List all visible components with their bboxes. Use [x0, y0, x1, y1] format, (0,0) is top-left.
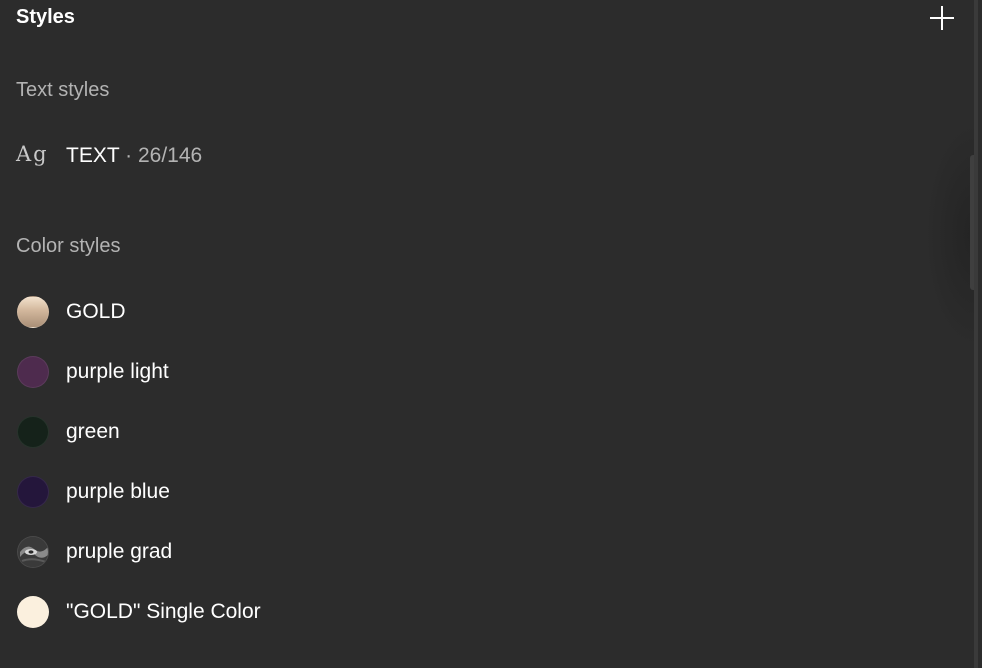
- text-style-name: TEXT: [66, 144, 120, 167]
- color-style-label: purple blue: [66, 480, 170, 503]
- scrollbar-thumb[interactable]: [970, 155, 974, 290]
- color-style-item-pruple-grad[interactable]: pruple grad: [0, 528, 920, 576]
- text-styles-heading: Text styles: [16, 79, 110, 101]
- color-style-label: green: [66, 420, 120, 443]
- color-style-item-purple-light[interactable]: purple light: [0, 348, 920, 396]
- color-swatch-purple-light: [17, 356, 49, 388]
- color-swatch-gold-single: [17, 596, 49, 628]
- plus-icon: [930, 6, 954, 30]
- color-style-item-green[interactable]: green: [0, 408, 920, 456]
- color-swatch-gold: [17, 296, 49, 328]
- color-style-label: pruple grad: [66, 540, 173, 563]
- scrollbar-track[interactable]: [974, 0, 978, 668]
- color-style-label: "GOLD" Single Color: [66, 600, 261, 623]
- color-style-label: purple light: [66, 360, 169, 383]
- styles-panel: Styles Text styles Ag TEXT · 26/146 Colo…: [0, 0, 978, 668]
- color-swatch-image-gradient: [17, 536, 49, 568]
- text-style-item-text[interactable]: Ag TEXT · 26/146: [0, 132, 920, 180]
- add-style-button[interactable]: [924, 0, 960, 36]
- color-style-label: GOLD: [66, 300, 126, 323]
- text-style-label: TEXT · 26/146: [66, 144, 202, 168]
- panel-title: Styles: [16, 6, 75, 28]
- image-fill-icon: [18, 537, 48, 567]
- text-style-icon: Ag: [16, 142, 49, 166]
- scroll-shadow: [924, 120, 974, 350]
- color-styles-heading: Color styles: [16, 235, 121, 257]
- text-style-meta: · 26/146: [119, 144, 203, 167]
- color-swatch-green: [17, 416, 49, 448]
- color-style-item-gold[interactable]: GOLD: [0, 288, 920, 336]
- panel-header: Styles: [0, 0, 978, 38]
- color-style-item-gold-single-color[interactable]: "GOLD" Single Color: [0, 588, 920, 636]
- color-swatch-purple-blue: [17, 476, 49, 508]
- color-style-item-purple-blue[interactable]: purple blue: [0, 468, 920, 516]
